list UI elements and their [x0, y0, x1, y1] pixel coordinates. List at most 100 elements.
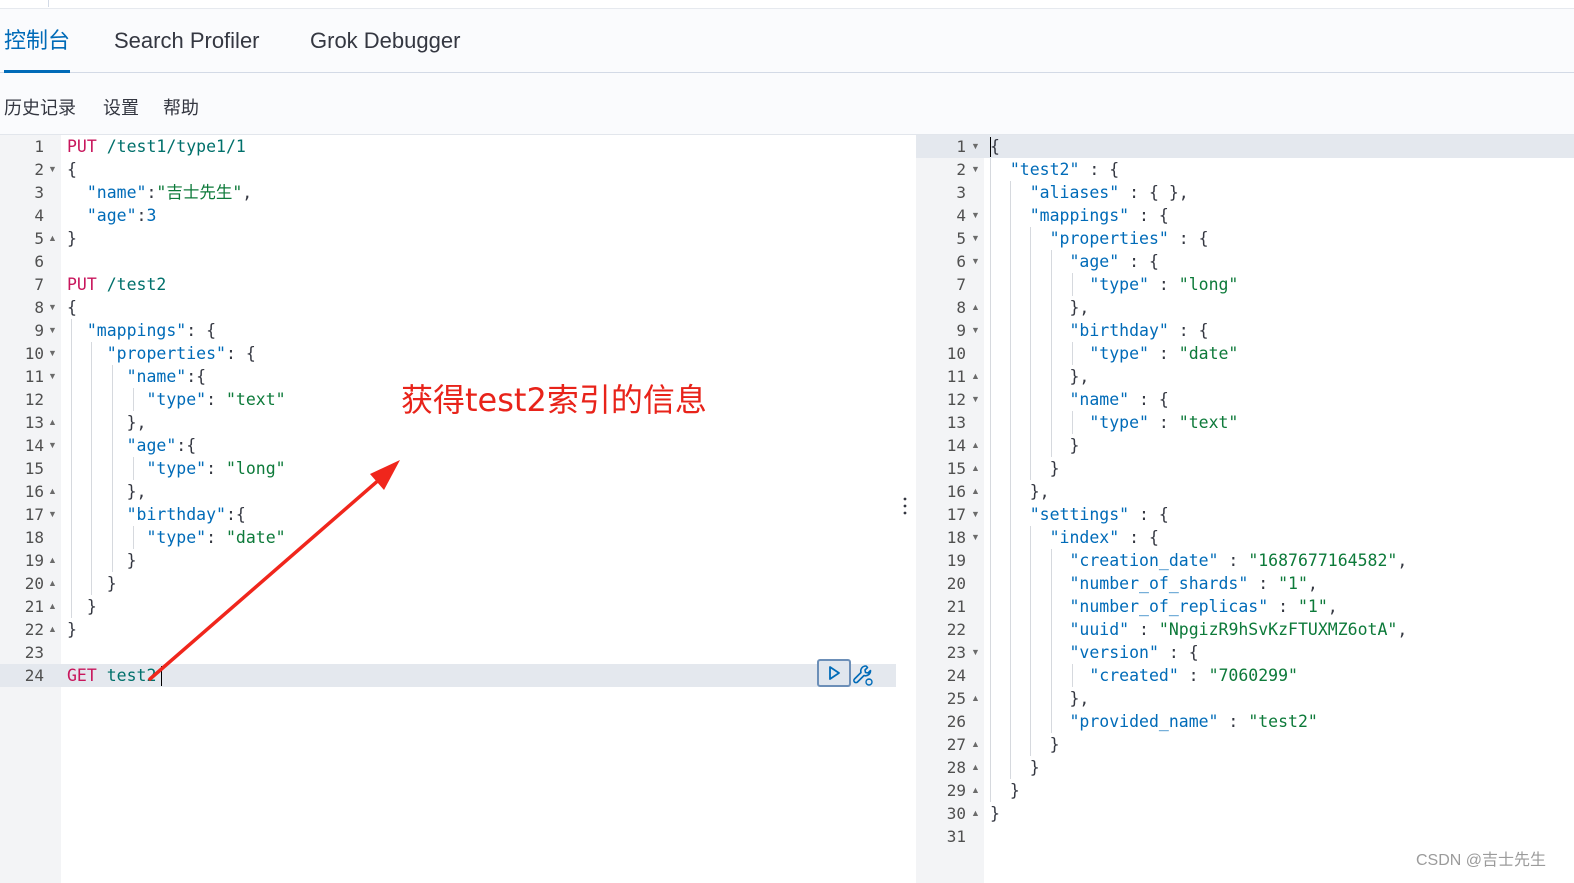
fold-toggle-icon[interactable]: ▼	[971, 319, 980, 342]
response-code-line: "type" : "text"	[990, 411, 1238, 434]
fold-toggle-icon[interactable]: ▼	[48, 365, 57, 388]
code-token: "version"	[1069, 643, 1159, 662]
response-code-line: "type" : "long"	[990, 273, 1238, 296]
tab-grok-debugger[interactable]: Grok Debugger	[310, 9, 460, 72]
fold-toggle-icon[interactable]: ▼	[971, 526, 980, 549]
fold-toggle-icon[interactable]: ▼	[971, 641, 980, 664]
fold-toggle-icon[interactable]: ▲	[971, 733, 980, 756]
wrench-icon[interactable]	[851, 663, 875, 687]
fold-toggle-icon[interactable]: ▲	[48, 549, 57, 572]
response-line-number: 11	[946, 367, 966, 386]
fold-toggle-icon[interactable]: ▼	[48, 296, 57, 319]
fold-toggle-icon[interactable]: ▲	[48, 411, 57, 434]
code-token: "type"	[146, 459, 207, 478]
response-code-line: }	[990, 802, 1000, 825]
fold-toggle-icon[interactable]: ▲	[971, 756, 980, 779]
help-link[interactable]: 帮助	[163, 96, 199, 120]
fold-toggle-icon[interactable]: ▼	[971, 158, 980, 181]
code-token: "1687677164582"	[1248, 551, 1398, 570]
request-line-number: 19	[24, 551, 44, 570]
fold-toggle-icon[interactable]: ▼	[971, 135, 980, 158]
request-line-number: 14	[24, 436, 44, 455]
fold-toggle-icon[interactable]: ▼	[971, 388, 980, 411]
fold-toggle-icon[interactable]: ▲	[971, 457, 980, 480]
request-code-line: }	[67, 618, 77, 641]
response-line-number: 24	[946, 666, 966, 685]
fold-toggle-icon[interactable]: ▼	[48, 158, 57, 181]
code-token: "text"	[1178, 413, 1239, 432]
fold-toggle-icon[interactable]: ▼	[48, 503, 57, 526]
code-token: "7060299"	[1208, 666, 1298, 685]
vertical-dots-icon[interactable]	[902, 495, 908, 517]
request-code-line: "name":"吉士先生",	[67, 181, 252, 204]
fold-toggle-icon[interactable]: ▲	[48, 618, 57, 641]
fold-toggle-icon[interactable]: ▼	[971, 503, 980, 526]
response-line-number: 6	[956, 252, 966, 271]
code-token: : {	[1168, 229, 1209, 248]
response-line-number: 16	[946, 482, 966, 501]
indent-guide	[133, 526, 134, 549]
fold-toggle-icon[interactable]: ▼	[971, 204, 980, 227]
code-token: : {	[1168, 321, 1209, 340]
request-editor[interactable]: 1 PUT /test1/type1/1 2 ▼{3 "name":"吉士先生", 4 …	[0, 135, 896, 883]
fold-toggle-icon[interactable]: ▼	[48, 319, 57, 342]
request-code-line: "type": "long"	[67, 457, 285, 480]
code-token: "age"	[126, 436, 177, 455]
code-token: : { },	[1119, 183, 1189, 202]
request-code-line: },	[67, 411, 147, 434]
fold-toggle-icon[interactable]: ▼	[971, 227, 980, 250]
code-token: "number_of_replicas"	[1069, 597, 1269, 616]
fold-toggle-icon[interactable]: ▲	[971, 434, 980, 457]
response-code-line: }	[990, 779, 1020, 802]
fold-toggle-icon[interactable]: ▲	[971, 296, 980, 319]
request-line-number: 8	[34, 298, 44, 317]
code-token: :	[136, 206, 147, 225]
response-line-number: 18	[946, 528, 966, 547]
response-code-line: }	[990, 733, 1060, 756]
request-line-number: 17	[24, 505, 44, 524]
settings-link[interactable]: 设置	[103, 96, 139, 120]
history-link[interactable]: 历史记录	[4, 96, 76, 120]
response-code-line: "properties" : {	[990, 227, 1209, 250]
send-request-button[interactable]	[817, 659, 851, 687]
response-code-line: "number_of_shards" : "1",	[990, 572, 1317, 595]
code-token: "name"	[86, 183, 147, 202]
request-code-line: GET test2	[67, 664, 156, 687]
tab-console[interactable]: 控制台	[4, 9, 71, 73]
code-token: "name"	[1069, 390, 1130, 409]
fold-toggle-icon[interactable]: ▲	[971, 687, 980, 710]
code-token: ,	[1397, 620, 1408, 639]
fold-toggle-icon[interactable]: ▲	[48, 595, 57, 618]
request-line-number: 23	[24, 643, 44, 662]
console-toolbar: 历史记录 设置 帮助	[0, 73, 1574, 135]
code-token: : {	[1119, 528, 1159, 547]
fold-toggle-icon[interactable]: ▼	[48, 434, 57, 457]
indent-guide	[1010, 181, 1011, 779]
fold-toggle-icon[interactable]: ▲	[971, 779, 980, 802]
response-line-number: 31	[946, 827, 966, 846]
code-token: "creation_date"	[1069, 551, 1219, 570]
response-line-number: 20	[946, 574, 966, 593]
request-code-line: "birthday":{	[67, 503, 246, 526]
response-viewer[interactable]: 1 ▼ {2 ▼ "test2" : {3 "aliases" : { }, 4 ▼ "m…	[916, 135, 1574, 883]
fold-toggle-icon[interactable]: ▲	[971, 365, 980, 388]
fold-toggle-icon[interactable]: ▼	[48, 342, 57, 365]
code-token: ,	[242, 183, 253, 202]
fold-toggle-icon[interactable]: ▲	[48, 227, 57, 250]
code-token: "properties"	[1049, 229, 1169, 248]
fold-toggle-icon[interactable]: ▲	[971, 802, 980, 825]
fold-toggle-icon[interactable]: ▲	[48, 480, 57, 503]
code-token: "test2"	[1248, 712, 1318, 731]
fold-toggle-icon[interactable]: ▲	[48, 572, 57, 595]
code-token: : {	[1129, 505, 1169, 524]
tab-search-profiler[interactable]: Search Profiler	[114, 9, 260, 72]
code-token: "mappings"	[86, 321, 187, 340]
fold-toggle-icon[interactable]: ▲	[971, 480, 980, 503]
fold-toggle-icon[interactable]: ▼	[971, 250, 980, 273]
